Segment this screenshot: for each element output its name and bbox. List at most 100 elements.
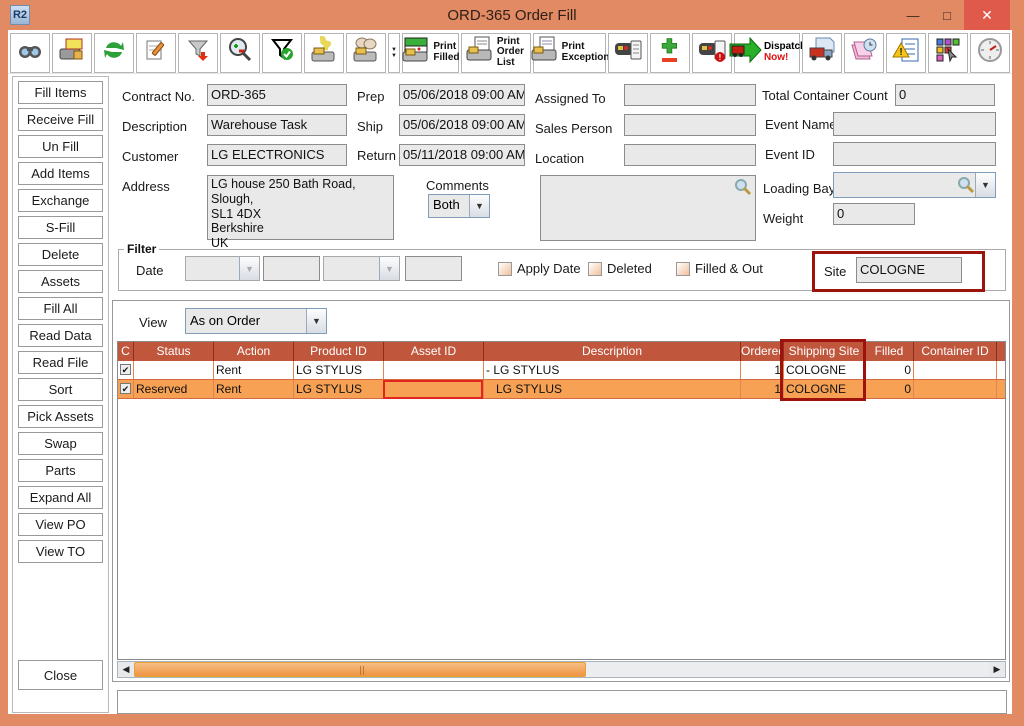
- sidebar-button-expand-all[interactable]: Expand All: [18, 486, 103, 509]
- horizontal-scrollbar[interactable]: ◀ ▶: [117, 661, 1006, 678]
- column-header-status[interactable]: Status: [134, 342, 214, 361]
- shipping-site-cell: COLOGNE: [784, 361, 865, 379]
- sidebar-button-parts[interactable]: Parts: [18, 459, 103, 482]
- time-clock-button[interactable]: [970, 33, 1010, 73]
- sidebar-button-assets[interactable]: Assets: [18, 270, 103, 293]
- comments-search-icon[interactable]: [734, 178, 752, 196]
- scroll-right-arrow[interactable]: ▶: [989, 662, 1005, 677]
- filter-date-operator2-dropdown[interactable]: ▼: [323, 256, 400, 281]
- comments-field[interactable]: [540, 175, 756, 241]
- close-window-button[interactable]: ✕: [964, 0, 1010, 30]
- asset-id-cell: [384, 361, 484, 379]
- scan-button[interactable]: [608, 33, 648, 73]
- column-header-c[interactable]: C: [118, 342, 134, 361]
- sidebar-button-view-to[interactable]: View TO: [18, 540, 103, 563]
- printer-swirl-icon: [310, 36, 338, 69]
- scroll-track[interactable]: [134, 662, 989, 677]
- print-order-list-button[interactable]: Print Order List: [461, 33, 531, 73]
- event-id-field[interactable]: [833, 142, 996, 166]
- print-copies-button[interactable]: [346, 33, 386, 73]
- sidebar-button-add-items[interactable]: Add Items: [18, 162, 103, 185]
- refresh-icon: [102, 38, 126, 67]
- clear-filter-button[interactable]: [178, 33, 218, 73]
- view-dropdown[interactable]: As on Order ▼: [185, 308, 327, 334]
- edit-notes-button[interactable]: [136, 33, 176, 73]
- container-id-cell: [914, 380, 997, 398]
- contract-no-field[interactable]: ORD-365: [207, 84, 347, 106]
- row-check-cell[interactable]: ✔: [118, 380, 134, 398]
- apply-date-checkbox[interactable]: Apply Date: [498, 261, 581, 276]
- ship-truck-button[interactable]: [802, 33, 842, 73]
- column-header-action[interactable]: Action: [214, 342, 294, 361]
- column-header-filled[interactable]: Filled: [865, 342, 914, 361]
- add-remove-button[interactable]: [650, 33, 690, 73]
- pick-order-button[interactable]: [52, 33, 92, 73]
- assigned-to-field[interactable]: [624, 84, 756, 106]
- column-header-shipping-site[interactable]: Shipping Site: [784, 342, 865, 361]
- apply-filter-button[interactable]: [262, 33, 302, 73]
- action-cell: Rent: [214, 361, 294, 379]
- loading-bay-dropdown[interactable]: ▼: [833, 172, 996, 198]
- row-check-cell[interactable]: ✔: [118, 361, 134, 379]
- column-header-product-id[interactable]: Product ID: [294, 342, 384, 361]
- sidebar-button-fill-all[interactable]: Fill All: [18, 297, 103, 320]
- sidebar-button-receive-fill[interactable]: Receive Fill: [18, 108, 103, 131]
- comments-mode-dropdown[interactable]: Both ▼: [428, 194, 490, 218]
- deleted-checkbox[interactable]: Deleted: [588, 261, 652, 276]
- sidebar-button-exchange[interactable]: Exchange: [18, 189, 103, 212]
- sidebar-button-fill-items[interactable]: Fill Items: [18, 81, 103, 104]
- scroll-thumb[interactable]: [134, 662, 586, 677]
- filter-date-to-field[interactable]: [405, 256, 462, 281]
- exception-log-button[interactable]: !: [886, 33, 926, 73]
- minimize-button[interactable]: —: [896, 0, 930, 30]
- scan-alert-button[interactable]: !: [692, 33, 732, 73]
- location-field[interactable]: [624, 144, 756, 166]
- print-report-button[interactable]: [304, 33, 344, 73]
- sidebar-button-delete[interactable]: Delete: [18, 243, 103, 266]
- sidebar-button-pick-assets[interactable]: Pick Assets: [18, 405, 103, 428]
- zoom-button[interactable]: [220, 33, 260, 73]
- table-row[interactable]: ✔ Rent LG STYLUS - LG STYLUS 1 COLOGNE 0: [118, 361, 1005, 380]
- return-date-field[interactable]: 05/11/2018 09:00 AM: [399, 144, 525, 166]
- schedule-notes-button[interactable]: [844, 33, 884, 73]
- sidebar-button-s-fill[interactable]: S-Fill: [18, 216, 103, 239]
- sidebar-button-read-file[interactable]: Read File: [18, 351, 103, 374]
- total-container-count-field[interactable]: 0: [895, 84, 995, 106]
- color-status-button[interactable]: [928, 33, 968, 73]
- sidebar-button-read-data[interactable]: Read Data: [18, 324, 103, 347]
- site-field[interactable]: COLOGNE: [856, 257, 962, 283]
- column-header-container-id[interactable]: Container ID: [914, 342, 997, 361]
- sidebar-button-view-po[interactable]: View PO: [18, 513, 103, 536]
- column-header-description[interactable]: Description: [484, 342, 741, 361]
- print-filled-button[interactable]: Print Filled: [402, 33, 459, 73]
- event-name-field[interactable]: [833, 112, 996, 136]
- prep-date-field[interactable]: 05/06/2018 09:00 AM: [399, 84, 525, 106]
- address-field[interactable]: LG house 250 Bath Road, Slough, SL1 4DX …: [207, 175, 394, 240]
- column-header-asset-id[interactable]: Asset ID: [384, 342, 484, 361]
- dispatch-now-button[interactable]: DispatchNow!: [734, 33, 800, 73]
- total-container-count-label: Total Container Count: [762, 88, 888, 103]
- scroll-left-arrow[interactable]: ◀: [118, 662, 134, 677]
- sales-person-field[interactable]: [624, 114, 756, 136]
- customer-field[interactable]: LG ELECTRONICS: [207, 144, 347, 166]
- sidebar-button-sort[interactable]: Sort: [18, 378, 103, 401]
- find-button[interactable]: [10, 33, 50, 73]
- weight-field[interactable]: 0: [833, 203, 915, 225]
- refresh-button[interactable]: [94, 33, 134, 73]
- sidebar-button-swap[interactable]: Swap: [18, 432, 103, 455]
- ship-date-field[interactable]: 05/06/2018 09:00 AM: [399, 114, 525, 136]
- print-options-dropdown[interactable]: ▼▼: [388, 33, 400, 73]
- loading-bay-search-icon[interactable]: [957, 176, 975, 194]
- notes-clock-icon: [850, 37, 878, 68]
- status-cell: Reserved: [134, 380, 214, 398]
- filled-out-checkbox[interactable]: Filled & Out: [676, 261, 763, 276]
- print-exception-button[interactable]: Print Exception: [533, 33, 606, 73]
- maximize-button[interactable]: □: [930, 0, 964, 30]
- description-field[interactable]: Warehouse Task: [207, 114, 347, 136]
- sidebar-button-un-fill[interactable]: Un Fill: [18, 135, 103, 158]
- column-header-ordered[interactable]: Ordered: [741, 342, 784, 361]
- filter-date-from-field[interactable]: [263, 256, 320, 281]
- table-row-selected[interactable]: ✔ Reserved Rent LG STYLUS LG STYLUS 1 CO…: [118, 380, 1005, 399]
- filter-date-operator-dropdown[interactable]: ▼: [185, 256, 260, 281]
- close-button[interactable]: Close: [18, 660, 103, 690]
